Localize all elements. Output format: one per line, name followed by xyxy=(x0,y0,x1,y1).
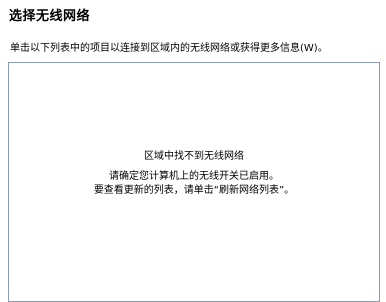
wireless-switch-hint: 请确定您计算机上的无线开关已启用。 xyxy=(109,171,279,182)
refresh-list-hint: 要查看更新的列表，请单击“刷新网络列表”。 xyxy=(93,185,295,196)
choose-wireless-network-panel: 选择无线网络 单击以下列表中的项目以连接到区域内的无线网络或获得更多信息(W)。… xyxy=(0,0,386,302)
page-title: 选择无线网络 xyxy=(9,9,91,24)
no-networks-message: 区域中找不到无线网络 xyxy=(144,151,244,162)
instruction-text: 单击以下列表中的项目以连接到区域内的无线网络或获得更多信息(W)。 xyxy=(10,43,328,54)
wireless-network-list[interactable]: 区域中找不到无线网络 请确定您计算机上的无线开关已启用。 要查看更新的列表，请单… xyxy=(8,62,380,302)
